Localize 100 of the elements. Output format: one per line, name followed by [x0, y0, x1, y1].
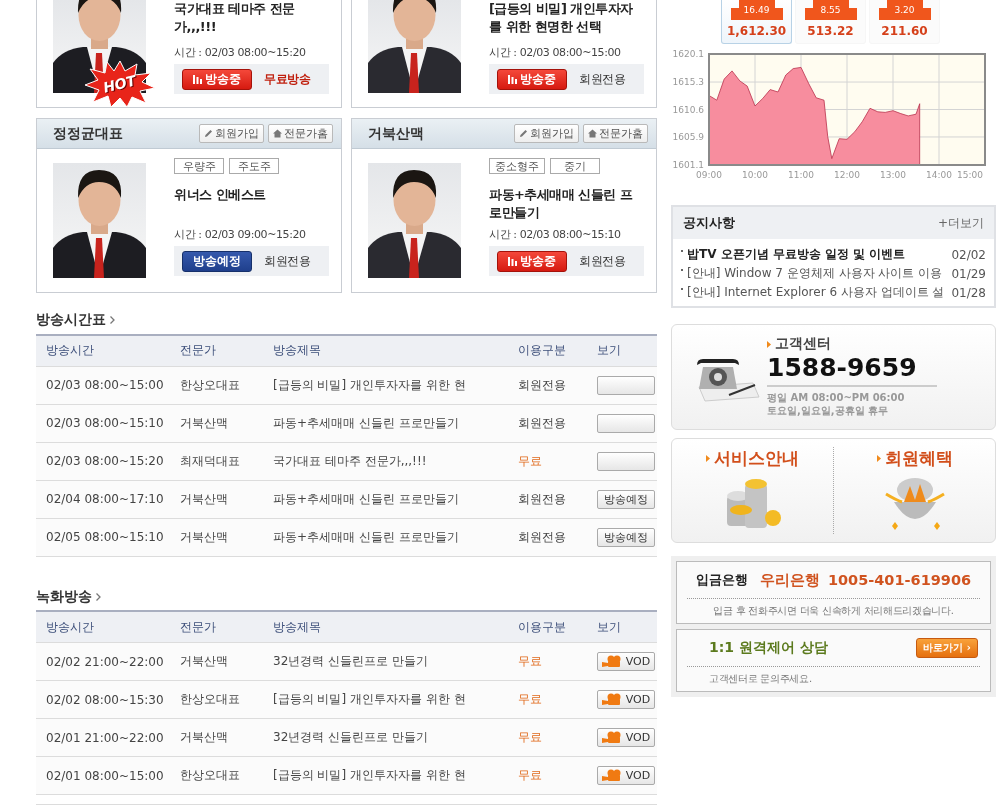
on-air-button[interactable]: 방송중 [182, 68, 252, 90]
broadcast-title: 국가대표 테마주 전문가,,,!!! [174, 0, 296, 36]
triangle-icon [876, 455, 881, 462]
index-tab[interactable]: 8.55 513.22 [795, 0, 866, 44]
tag: 우량주 [174, 158, 224, 174]
table-cell-text: 회원전용 [518, 414, 567, 432]
table-cell-text: 02/03 08:00~15:00 [46, 378, 165, 393]
table-cell-text: 파동+추세매매 신들린 프로만들기 [273, 490, 460, 508]
scheduled-button[interactable]: 방송예정 [597, 489, 655, 509]
table-cell-text: 02/01 08:00~15:00 [46, 768, 165, 783]
column-header: 방송제목 [273, 618, 322, 636]
notice-link[interactable]: [안내] Window 7 운영체제 사용자 사이트 이용 [687, 265, 948, 282]
tag: 주도주 [229, 158, 279, 174]
home-button[interactable]: 전문가홈 [583, 124, 648, 143]
table-cell-text: 거북산맥 [180, 729, 229, 747]
table-cell-text: 거북산맥 [180, 414, 229, 432]
column-header: 방송시간 [46, 618, 95, 636]
chevron-icon [110, 316, 115, 325]
notice-link[interactable]: 밥TV 오픈기념 무료방송 일정 및 이벤트 [687, 246, 948, 263]
x-tick-label: 11:00 [788, 170, 814, 180]
x-tick-label: 12:00 [834, 170, 860, 180]
notice-date: 01/28 [951, 285, 986, 300]
table-cell-text: 02/01 21:00~22:00 [46, 730, 165, 745]
notice-link[interactable]: [안내] Internet Explorer 6 사용자 업데이트 설 [687, 284, 948, 301]
column-header: 이용구분 [518, 618, 567, 636]
bank-label: 입금은행 [695, 571, 748, 589]
broadcast-time: 시간 : 02/03 09:00~15:20 [174, 227, 307, 242]
section-title: 녹화방송 [36, 587, 92, 606]
bank-note: 입금 후 전화주시면 더욱 신속하게 처리해드리겠습니다. [712, 604, 955, 618]
vod-button[interactable]: VOD [597, 690, 655, 710]
table-cell-text: 최재덕대표 [180, 452, 241, 470]
index-tab[interactable]: 3.20 211.60 [869, 0, 940, 44]
join-button[interactable]: 회원가입 [514, 124, 579, 143]
view-button[interactable] [597, 451, 655, 471]
on-air-button[interactable]: 방송중 [497, 68, 567, 90]
table-cell-text: 거북산맥 [180, 528, 229, 546]
table-cell-text: 회원전용 [518, 490, 567, 508]
broadcast-time: 시간 : 02/03 08:00~15:10 [489, 227, 622, 242]
remote-title: 1:1 원격제어 상담 [709, 639, 828, 657]
scheduled-button[interactable]: 방송예정 [182, 250, 252, 272]
more-link[interactable]: +더보기 [937, 214, 984, 232]
hours-text: 토요일,일요일,공휴일 휴무 [767, 404, 890, 417]
index-value: 1,612.30 [726, 24, 787, 38]
access-label: 회원전용 [579, 71, 626, 87]
home-button[interactable]: 전문가홈 [268, 124, 333, 143]
broadcast-title: [급등의 비밀] 개인투자자를 위한 현명한 선택 [489, 0, 634, 36]
column-header: 보기 [597, 618, 622, 636]
triangle-icon [767, 340, 771, 348]
y-tick-label: 1601.1 [672, 160, 704, 170]
table-cell-text: 무료 [518, 767, 543, 785]
table-cell-text: 32년경력 신들린프로 만들기 [273, 653, 429, 671]
table-cell-text: [급등의 비밀] 개인투자자를 위한 현 [273, 691, 467, 709]
chevron-icon [96, 592, 101, 601]
table-cell-text: 거북산맥 [180, 490, 229, 508]
access-label: 무료방송 [264, 71, 311, 87]
table-cell-text: 무료 [518, 729, 543, 747]
tag: 중기 [550, 158, 600, 174]
table-cell-text: 국가대표 테마주 전문가,,,!!! [273, 452, 428, 470]
phone-number: 1588-9659 [767, 353, 937, 387]
vod-button[interactable]: VOD [597, 652, 655, 672]
y-tick-label: 1610.6 [672, 104, 704, 115]
table-cell-text: 회원전용 [518, 528, 567, 546]
table-cell-text: 무료 [518, 691, 543, 709]
section-title: 방송시간표 [36, 311, 106, 330]
view-button[interactable] [597, 375, 655, 395]
service-link[interactable]: 회원혜택 [834, 439, 995, 542]
camera-icon [601, 731, 622, 745]
notice-date: 01/29 [951, 266, 986, 281]
service-link[interactable]: 서비스안내 [672, 447, 834, 534]
vod-button[interactable]: VOD [597, 766, 655, 786]
bank-account: 우리은행 [759, 570, 820, 590]
notice-date: 02/02 [951, 247, 986, 262]
view-button[interactable] [597, 413, 655, 433]
table-cell-text: 02/05 08:00~15:10 [46, 530, 165, 545]
x-tick-label: 10:00 [742, 170, 768, 180]
broadcast-time: 시간 : 02/03 08:00~15:20 [174, 45, 307, 60]
broadcast-title: 위너스 인베스트 [174, 186, 267, 204]
vod-button[interactable]: VOD [597, 728, 655, 748]
scheduled-button[interactable]: 방송예정 [597, 527, 655, 547]
index-tab[interactable]: 16.49 1,612.30 [721, 0, 792, 44]
camera-icon [601, 693, 622, 707]
notice-title: 공지사항 [683, 214, 735, 232]
home-icon [273, 129, 282, 138]
table-cell-text: 02/04 08:00~17:10 [46, 492, 165, 507]
signal-bars-icon [193, 74, 202, 84]
up-arrow-badge: 16.49 [730, 0, 783, 20]
on-air-button[interactable]: 방송중 [497, 250, 567, 272]
column-header: 전문가 [180, 618, 217, 636]
table-cell-text: 회원전용 [518, 376, 567, 394]
camera-icon [601, 769, 622, 783]
hot-badge: HOT [85, 61, 155, 107]
broadcast-time: 시간 : 02/03 08:00~15:00 [489, 45, 622, 60]
x-tick-label: 09:00 [696, 170, 722, 180]
table-cell-text: [급등의 비밀] 개인투자자를 위한 현 [273, 767, 467, 785]
join-button[interactable]: 회원가입 [199, 124, 264, 143]
index-value: 211.60 [881, 24, 928, 38]
signal-bars-icon [508, 74, 517, 84]
up-arrow-badge: 8.55 [804, 0, 857, 20]
column-header: 전문가 [180, 342, 217, 360]
table-cell-text: 무료 [518, 452, 543, 470]
